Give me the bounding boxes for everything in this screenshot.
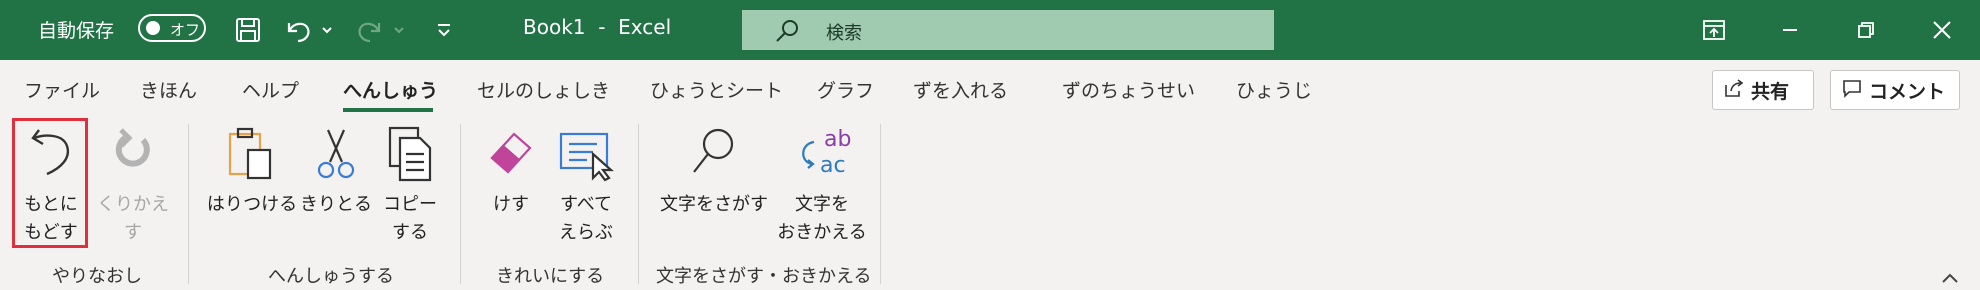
undo-dropdown-icon[interactable]: [318, 14, 336, 46]
copy-button[interactable]: コピー する: [374, 124, 446, 247]
tab-edit[interactable]: へんしゅう: [343, 76, 438, 103]
search-box[interactable]: 検索: [742, 10, 1274, 50]
copy-label-1: コピー: [383, 194, 437, 215]
autosave-label: 自動保存: [38, 20, 115, 42]
copy-icon: [388, 126, 432, 182]
tab-table-sheet[interactable]: ひょうとシート: [650, 76, 783, 103]
replace-button[interactable]: ab ac 文字を おきかえる: [776, 124, 868, 247]
tab-figure-adjust[interactable]: ずのちょうせい: [1062, 76, 1195, 103]
group-label-redo: やりなおし: [52, 266, 142, 287]
select-all-label-1: すべて: [559, 194, 613, 215]
undo-label-1: もとに: [24, 194, 78, 215]
cut-label: きりとる: [300, 194, 372, 215]
scissors-icon: [317, 129, 355, 179]
comment-icon: [1841, 77, 1863, 104]
restore-icon[interactable]: [1848, 12, 1884, 48]
svg-text:ab: ab: [824, 127, 851, 152]
find-button[interactable]: 文字をさがす: [656, 124, 772, 219]
paste-icon: [228, 127, 272, 180]
group-label-edit: へんしゅうする: [268, 266, 394, 287]
tab-cell-format[interactable]: セルのしょしき: [477, 76, 610, 103]
tab-view[interactable]: ひょうじ: [1236, 76, 1312, 103]
collapse-ribbon-icon[interactable]: [1940, 270, 1960, 289]
clear-label: けす: [493, 194, 529, 215]
redo-button[interactable]: くりかえす: [92, 124, 174, 247]
ribbon-display-options-icon[interactable]: [1696, 12, 1732, 48]
redo-icon[interactable]: [354, 14, 386, 46]
group-label-find-replace: 文字をさがす・おきかえる: [656, 266, 872, 287]
save-icon[interactable]: [232, 14, 264, 46]
group-separator: [460, 124, 461, 284]
eraser-icon: [490, 132, 532, 174]
select-all-label-2: えらぶ: [559, 222, 613, 243]
undo-button[interactable]: もとに もどす: [16, 124, 86, 247]
comment-button[interactable]: コメント: [1830, 70, 1960, 110]
replace-label-1: 文字を: [795, 194, 849, 215]
tab-insert-figure[interactable]: ずを入れる: [913, 76, 1008, 103]
replace-icon: ab ac: [802, 127, 851, 178]
tab-file[interactable]: ファイル: [24, 76, 100, 103]
select-all-button[interactable]: すべて えらぶ: [550, 124, 622, 247]
clear-button[interactable]: けす: [478, 124, 544, 219]
group-separator: [188, 124, 189, 284]
find-icon: [693, 128, 734, 173]
title-bar: 自動保存 オフ Book1 - Excel 検索: [0, 0, 1980, 60]
redo-dropdown-icon[interactable]: [390, 14, 408, 46]
find-label: 文字をさがす: [660, 194, 768, 215]
document-title: Book1 - Excel: [523, 15, 672, 39]
tab-chart[interactable]: グラフ: [817, 76, 874, 103]
replace-label-2: おきかえる: [777, 222, 867, 243]
share-icon: [1723, 77, 1745, 104]
active-tab-indicator: [343, 108, 433, 112]
select-all-icon: [559, 132, 614, 182]
undo-icon[interactable]: [282, 14, 314, 46]
minimize-icon[interactable]: [1772, 12, 1808, 48]
copy-label-2: する: [392, 222, 428, 243]
group-separator: [638, 124, 639, 284]
paste-button[interactable]: はりつける: [206, 124, 298, 219]
search-placeholder: 検索: [826, 23, 862, 44]
customize-qat-icon[interactable]: [428, 14, 460, 46]
autosave-toggle[interactable]: オフ: [138, 14, 206, 42]
close-icon[interactable]: [1924, 12, 1960, 48]
toggle-knob: [146, 21, 160, 35]
svg-text:ac: ac: [820, 153, 846, 178]
paste-label: はりつける: [206, 194, 298, 215]
redo-label: くりかえす: [97, 194, 169, 243]
repeat-icon: [115, 128, 150, 167]
comment-label: コメント: [1869, 80, 1946, 103]
search-icon: [774, 18, 800, 48]
undo-large-icon: [31, 129, 70, 176]
cut-button[interactable]: きりとる: [300, 124, 372, 219]
group-label-cleanup: きれいにする: [496, 266, 605, 287]
share-button[interactable]: 共有: [1712, 70, 1814, 110]
autosave-state: オフ: [170, 21, 201, 39]
group-separator: [880, 124, 881, 284]
share-label: 共有: [1751, 80, 1790, 103]
tab-home[interactable]: きほん: [140, 76, 197, 103]
tab-help[interactable]: ヘルプ: [242, 76, 299, 103]
undo-label-2: もどす: [24, 222, 78, 243]
